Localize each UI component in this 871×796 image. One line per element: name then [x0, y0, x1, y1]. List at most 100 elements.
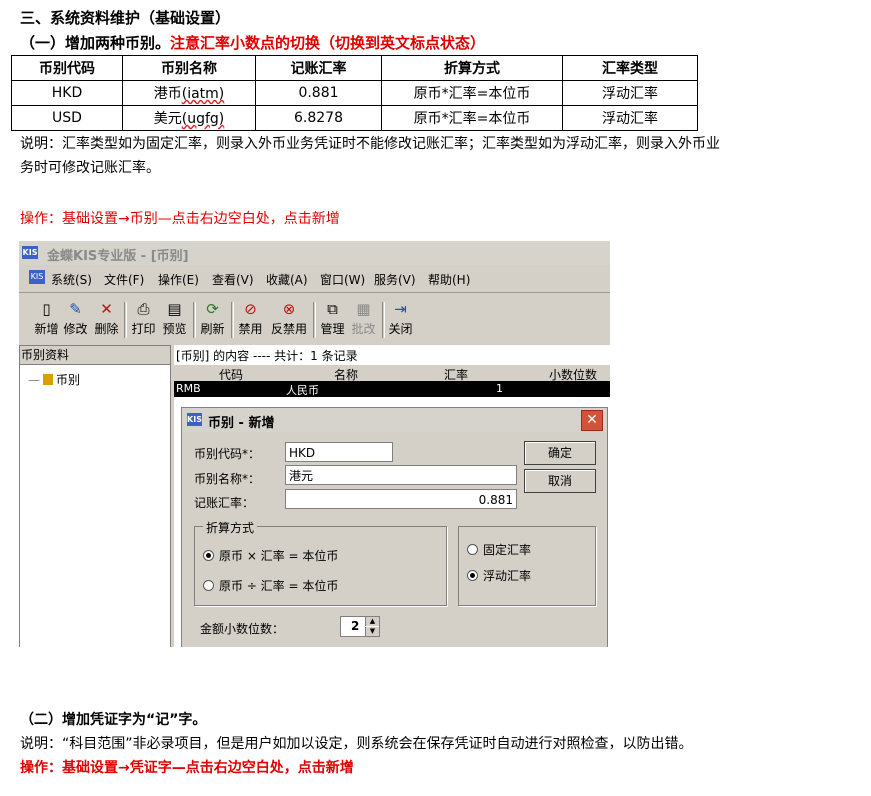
- exchange-rate-input[interactable]: 0.881: [285, 489, 517, 509]
- disable-button-label: 禁用: [238, 322, 263, 336]
- subsection-heading-1-warning: 注意汇率小数点的切换（切换到英文标点状态）: [170, 34, 486, 52]
- menu-item-help[interactable]: 帮助(H): [428, 271, 470, 288]
- currency-name-input[interactable]: 港元: [285, 465, 517, 485]
- currency-code-input[interactable]: HKD: [285, 442, 393, 462]
- method-divide-radio[interactable]: 原币 ÷ 汇率 = 本位币: [203, 577, 338, 594]
- table-cell-name-suffix: (iatm): [181, 86, 225, 102]
- close-button-label: 关闭: [388, 322, 413, 336]
- fixed-rate-radio[interactable]: 固定汇率: [467, 541, 531, 558]
- enable-button-label: 反禁用: [270, 322, 307, 336]
- disable-button[interactable]: ⊘ 禁用: [234, 300, 267, 337]
- table-cell-name: 港币: [153, 86, 182, 102]
- table-header-row: 币别代码 币别名称 记账汇率 折算方式 汇率类型: [11, 55, 698, 81]
- floating-rate-radio[interactable]: 浮动汇率: [467, 567, 531, 584]
- fixed-rate-label: 固定汇率: [483, 543, 532, 557]
- rate-type-group: 固定汇率 浮动汇率: [458, 526, 596, 606]
- preview-button-label: 预览: [162, 322, 187, 336]
- conversion-method-group: 折算方式 原币 × 汇率 = 本位币 原币 ÷ 汇率 = 本位币: [194, 519, 447, 606]
- cancel-button[interactable]: 取消: [524, 469, 596, 493]
- method-multiply-radio[interactable]: 原币 × 汇率 = 本位币: [203, 547, 338, 564]
- printer-icon: ⎙: [137, 300, 150, 318]
- table-row[interactable]: RMB 人民币 1: [174, 381, 610, 397]
- grid-cell-rate: 1: [496, 382, 503, 395]
- close-button[interactable]: ⇥ 关闭: [384, 300, 417, 337]
- table-row: HKD 港币(iatm) 0.881 原币*汇率=本位币 浮动汇率: [11, 80, 698, 106]
- table-cell: 港币(iatm): [122, 80, 256, 106]
- code-label: 币别代码*：: [194, 447, 261, 461]
- subsection-heading-1: （一）增加两种币别。注意汇率小数点的切换（切换到英文标点状态）: [20, 32, 485, 53]
- spin-up-icon[interactable]: ▲: [365, 617, 379, 626]
- decimals-label: 金额小数位数：: [200, 622, 285, 636]
- ok-button[interactable]: 确定: [524, 441, 596, 465]
- name-label: 币别名称*：: [194, 472, 261, 486]
- note-line-2: 务时可修改记账汇率。: [20, 160, 160, 176]
- subsection-heading-1-text: （一）增加两种币别。: [20, 34, 171, 52]
- dialog-title: 币别 - 新增: [208, 416, 275, 431]
- menu-item-system[interactable]: 系统(S): [51, 271, 92, 288]
- menu-item-operation[interactable]: 操作(E): [158, 271, 199, 288]
- table-cell: 原币*汇率=本位币: [381, 105, 563, 131]
- subsection-heading-2: （二）增加凭证字为“记”字。: [20, 712, 207, 728]
- app-logo-icon: KIS: [22, 246, 38, 259]
- app-titlebar: KIS 金蝶KIS专业版 - [币别]: [19, 241, 610, 265]
- table-cell: HKD: [11, 80, 123, 106]
- print-button[interactable]: ⎙ 打印: [127, 300, 160, 337]
- table-cell: 6.8278: [255, 105, 382, 131]
- batch-edit-button-label: 批改: [351, 322, 376, 336]
- disable-icon: ⊘: [244, 300, 257, 318]
- refresh-button[interactable]: ⟳ 刷新: [196, 300, 229, 337]
- spin-down-icon[interactable]: ▼: [365, 627, 379, 636]
- grid-cell-code: RMB: [176, 382, 201, 395]
- table-cell: 浮动汇率: [562, 105, 698, 131]
- table-header: 记账汇率: [255, 55, 382, 81]
- delete-button-label: 删除: [94, 322, 119, 336]
- method-multiply-label: 原币 × 汇率 = 本位币: [219, 549, 339, 563]
- dialog-titlebar: KIS 币别 - 新增 ✕: [182, 408, 607, 432]
- menu-logo-icon: KIS: [29, 270, 45, 284]
- decimals-value: 2: [351, 619, 360, 633]
- radio-empty-icon: [203, 580, 214, 591]
- table-row: USD 美元(ugfg) 6.8278 原币*汇率=本位币 浮动汇率: [11, 105, 698, 131]
- tree-item-currency[interactable]: — 币别: [28, 371, 80, 388]
- manage-button-label: 管理: [320, 322, 345, 336]
- folder-icon: [43, 374, 53, 385]
- note-2: 说明：“科目范围”非必录项目，但是用户如加以设定，则系统会在保存凭证时自动进行对…: [20, 736, 693, 752]
- exit-icon: ⇥: [394, 300, 407, 318]
- grid-header: 代码 名称 汇率 小数位数: [174, 364, 610, 382]
- grid-cell-name: 人民币: [286, 384, 319, 397]
- enable-button[interactable]: ⊗ 反禁用: [269, 300, 309, 337]
- table-cell: 浮动汇率: [562, 80, 698, 106]
- radio-selected-icon: [467, 570, 478, 581]
- method-divide-label: 原币 ÷ 汇率 = 本位币: [219, 579, 339, 593]
- batch-edit-button[interactable]: ▦ 批改: [347, 300, 380, 337]
- new-currency-dialog: KIS 币别 - 新增 ✕ 币别代码*： HKD 币别名称*： 港元 记账汇率：…: [181, 407, 608, 647]
- close-icon[interactable]: ✕: [581, 410, 603, 431]
- app-title: 金蝶KIS专业版 - [币别]: [47, 249, 189, 264]
- table-header: 币别名称: [122, 55, 256, 81]
- edit-button[interactable]: ✎ 修改: [59, 300, 92, 337]
- table-cell: USD: [11, 105, 123, 131]
- menu-item-view[interactable]: 查看(V): [212, 271, 254, 288]
- toolbar: ▯ 新增 ✎ 修改 ✕ 删除 ⎙ 打印 ▤ 预览 ⟳ 刷新 ⊘ 禁用 ⊗ 反禁用 ⧉ 管理 ▦ 批改…: [19, 296, 610, 342]
- note-line-1: 说明：汇率类型如为固定汇率，则录入外币业务凭证时不能修改记账汇率；汇率类型如为浮…: [20, 136, 720, 152]
- menu-item-favorites[interactable]: 收藏(A): [266, 271, 308, 288]
- decimals-stepper[interactable]: 2 ▲ ▼: [340, 616, 380, 637]
- delete-button[interactable]: ✕ 删除: [90, 300, 123, 337]
- table-header: 汇率类型: [562, 55, 698, 81]
- conversion-method-label: 折算方式: [203, 519, 258, 536]
- section-heading: 三、系统资料维护（基础设置）: [20, 9, 231, 27]
- table-cell: 美元(ugfg): [122, 105, 256, 131]
- edit-button-label: 修改: [63, 322, 88, 336]
- table-cell-name: 美元: [153, 111, 182, 127]
- preview-icon: ▤: [167, 300, 182, 318]
- menu-item-service[interactable]: 服务(V): [374, 271, 416, 288]
- menu-item-file[interactable]: 文件(F): [104, 271, 144, 288]
- table-header: 币别代码: [11, 55, 123, 81]
- rate-label: 记账汇率：: [194, 496, 255, 510]
- menu-item-window[interactable]: 窗口(W): [320, 271, 365, 288]
- manage-button[interactable]: ⧉ 管理: [316, 300, 349, 337]
- currency-table: 币别代码 币别名称 记账汇率 折算方式 汇率类型 HKD 港币(iatm) 0.…: [11, 55, 698, 131]
- refresh-icon: ⟳: [206, 300, 219, 318]
- preview-button[interactable]: ▤ 预览: [158, 300, 191, 337]
- table-cell: 原币*汇率=本位币: [381, 80, 563, 106]
